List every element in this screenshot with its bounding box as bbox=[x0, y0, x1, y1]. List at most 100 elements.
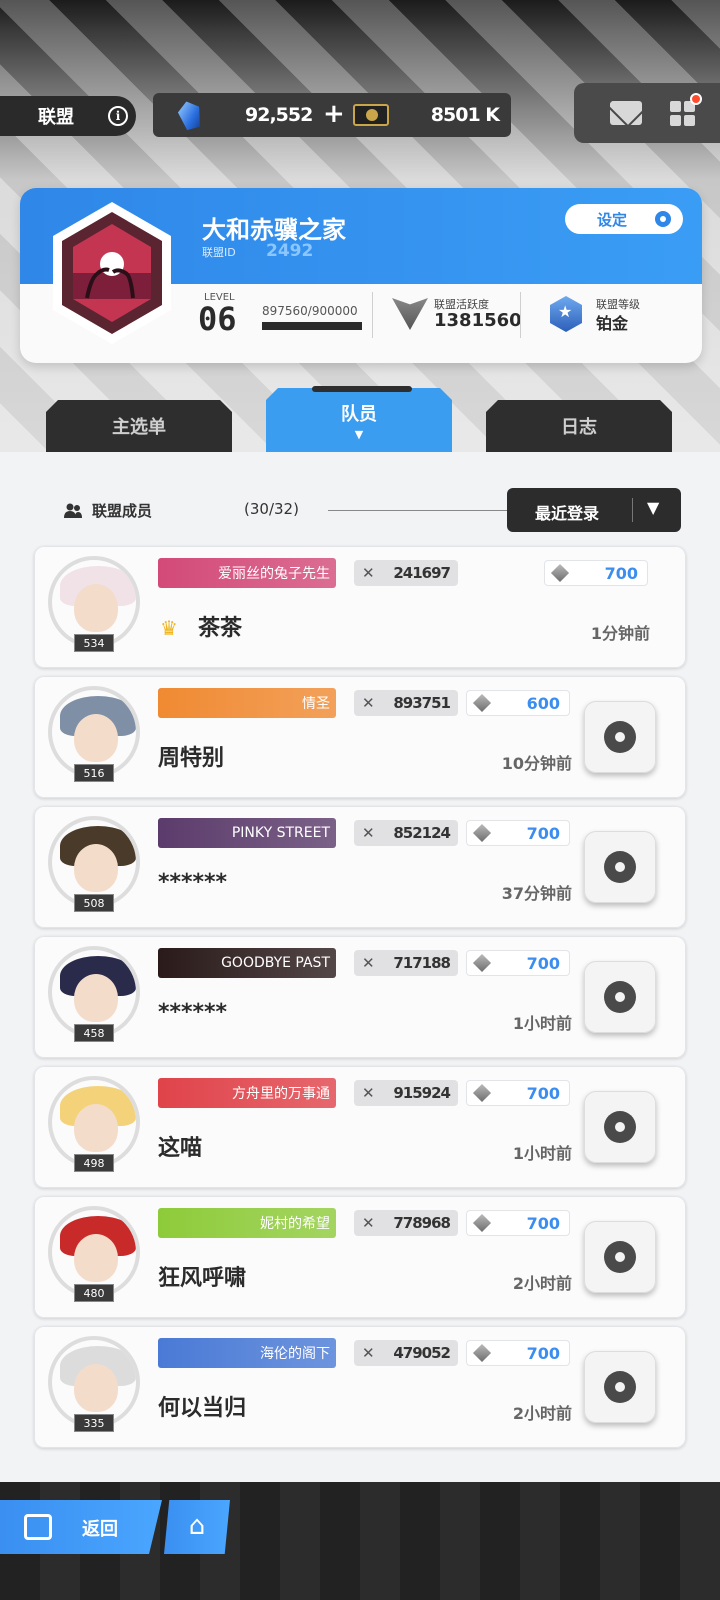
contribution-value: 600 bbox=[526, 694, 560, 713]
contribution-value: 700 bbox=[526, 824, 560, 843]
diamond-icon bbox=[472, 823, 492, 843]
swords-icon: ✕ bbox=[362, 694, 375, 712]
member-card[interactable]: 534 爱丽丝的兔子先生 ✕ 241697 700 ♛ 茶茶 1分钟前 bbox=[34, 546, 686, 668]
diamond-icon bbox=[550, 563, 570, 583]
gear-icon bbox=[604, 1371, 636, 1403]
rank-value: 铂金 bbox=[596, 314, 629, 333]
diamond-icon bbox=[472, 1083, 492, 1103]
add-gems-button[interactable]: + bbox=[323, 99, 345, 129]
power-value: 852124 bbox=[393, 824, 451, 842]
swords-icon: ✕ bbox=[362, 1214, 375, 1232]
last-login: 1小时前 bbox=[512, 1014, 572, 1033]
member-card[interactable]: 508 PINKY STREET ✕ 852124 700 ****** 37分… bbox=[34, 806, 686, 928]
sort-selected: 最近登录 bbox=[535, 504, 600, 523]
member-card[interactable]: 516 情圣 ✕ 893751 600 周特别 10分钟前 bbox=[34, 676, 686, 798]
home-button[interactable]: ⌂ bbox=[164, 1500, 230, 1554]
home-icon: ⌂ bbox=[188, 1511, 206, 1541]
tab-members[interactable]: 队员 ▼ bbox=[266, 388, 452, 452]
activity-icon bbox=[392, 298, 428, 330]
guild-id-label: 联盟ID bbox=[202, 246, 236, 259]
exit-icon bbox=[24, 1514, 52, 1540]
swords-icon: ✕ bbox=[362, 564, 375, 582]
combat-power: ✕ 852124 bbox=[354, 820, 458, 846]
xp-progress-fill bbox=[262, 322, 362, 330]
member-level: 516 bbox=[74, 764, 114, 782]
avatar-face bbox=[74, 1234, 118, 1282]
avatar-face bbox=[74, 1104, 118, 1152]
power-value: 717188 bbox=[393, 954, 451, 972]
member-level: 458 bbox=[74, 1024, 114, 1042]
back-button[interactable]: 返回 bbox=[0, 1500, 162, 1554]
combat-power: ✕ 915924 bbox=[354, 1080, 458, 1106]
tab-label: 日志 bbox=[561, 417, 597, 438]
combat-power: ✕ 778968 bbox=[354, 1210, 458, 1236]
guild-emblem-icon bbox=[53, 202, 171, 344]
divider bbox=[632, 498, 633, 522]
guild-id: 2492 bbox=[266, 241, 314, 261]
info-icon[interactable]: i bbox=[108, 106, 128, 126]
gear-icon bbox=[604, 1111, 636, 1143]
credit-count: 8501 K bbox=[430, 104, 500, 126]
member-settings-button[interactable] bbox=[584, 701, 656, 773]
tab-main-menu[interactable]: 主选单 bbox=[46, 400, 232, 452]
contribution: 700 bbox=[466, 1210, 570, 1236]
gear-icon bbox=[655, 211, 671, 227]
contribution: 700 bbox=[466, 1080, 570, 1106]
avatar-face bbox=[74, 844, 118, 892]
member-card[interactable]: 480 妮村的希望 ✕ 778968 700 狂风呼啸 2小时前 bbox=[34, 1196, 686, 1318]
avatar-face bbox=[74, 974, 118, 1022]
member-settings-button[interactable] bbox=[584, 1351, 656, 1423]
last-login: 2小时前 bbox=[512, 1274, 572, 1293]
contribution: 700 bbox=[544, 560, 648, 586]
diamond-icon bbox=[472, 953, 492, 973]
guild-settings-button[interactable]: 设定 bbox=[565, 204, 683, 234]
activity-value: 1381560 bbox=[434, 310, 522, 331]
swords-icon: ✕ bbox=[362, 1084, 375, 1102]
avatar-face bbox=[74, 714, 118, 762]
back-label: 返回 bbox=[82, 1519, 118, 1540]
menu-grid-icon[interactable] bbox=[670, 101, 696, 127]
guild-name: 大和赤骥之家 bbox=[202, 216, 346, 244]
contribution: 700 bbox=[466, 820, 570, 846]
rank-star-icon bbox=[550, 296, 582, 332]
member-level: 508 bbox=[74, 894, 114, 912]
xp-progress-bar bbox=[262, 322, 362, 330]
member-settings-button[interactable] bbox=[584, 1091, 656, 1163]
sort-dropdown[interactable]: 最近登录 ▼ bbox=[507, 488, 681, 532]
mail-icon[interactable] bbox=[610, 101, 642, 125]
diamond-icon bbox=[472, 693, 492, 713]
member-name: 狂风呼啸 bbox=[158, 1266, 247, 1291]
member-level: 534 bbox=[74, 634, 114, 652]
settings-label: 设定 bbox=[597, 210, 628, 229]
member-card[interactable]: 498 方舟里的万事通 ✕ 915924 700 这喵 1小时前 bbox=[34, 1066, 686, 1188]
contribution: 700 bbox=[466, 950, 570, 976]
member-name: ****** bbox=[158, 1000, 228, 1025]
member-card[interactable]: 458 GOODBYE PAST ✕ 717188 700 ****** 1小时… bbox=[34, 936, 686, 1058]
power-value: 778968 bbox=[393, 1214, 451, 1232]
divider bbox=[520, 292, 521, 338]
member-settings-button[interactable] bbox=[584, 961, 656, 1033]
contribution-value: 700 bbox=[526, 1214, 560, 1233]
avatar-face bbox=[74, 1364, 118, 1412]
combat-power: ✕ 241697 bbox=[354, 560, 458, 586]
contribution-value: 700 bbox=[526, 1084, 560, 1103]
credit-icon bbox=[353, 104, 389, 126]
member-card[interactable]: 335 海伦的阁下 ✕ 479052 700 何以当归 2小时前 bbox=[34, 1326, 686, 1448]
diamond-icon bbox=[472, 1343, 492, 1363]
gem-count: 92,552 bbox=[245, 104, 313, 126]
member-settings-button[interactable] bbox=[584, 1221, 656, 1293]
tab-log[interactable]: 日志 bbox=[486, 400, 672, 452]
tab-label: 主选单 bbox=[112, 417, 166, 438]
swords-icon: ✕ bbox=[362, 954, 375, 972]
xp-text: 897560/900000 bbox=[262, 304, 358, 318]
member-name: 周特别 bbox=[158, 746, 225, 771]
nameplate: 妮村的希望 bbox=[158, 1208, 336, 1238]
swords-icon: ✕ bbox=[362, 824, 375, 842]
tab-indicator bbox=[312, 386, 412, 392]
nameplate: 爱丽丝的兔子先生 bbox=[158, 558, 336, 588]
nameplate: 方舟里的万事通 bbox=[158, 1078, 336, 1108]
member-settings-button[interactable] bbox=[584, 831, 656, 903]
avatar-face bbox=[74, 584, 118, 632]
notification-dot bbox=[690, 93, 702, 105]
caret-down-icon: ▼ bbox=[354, 427, 364, 441]
